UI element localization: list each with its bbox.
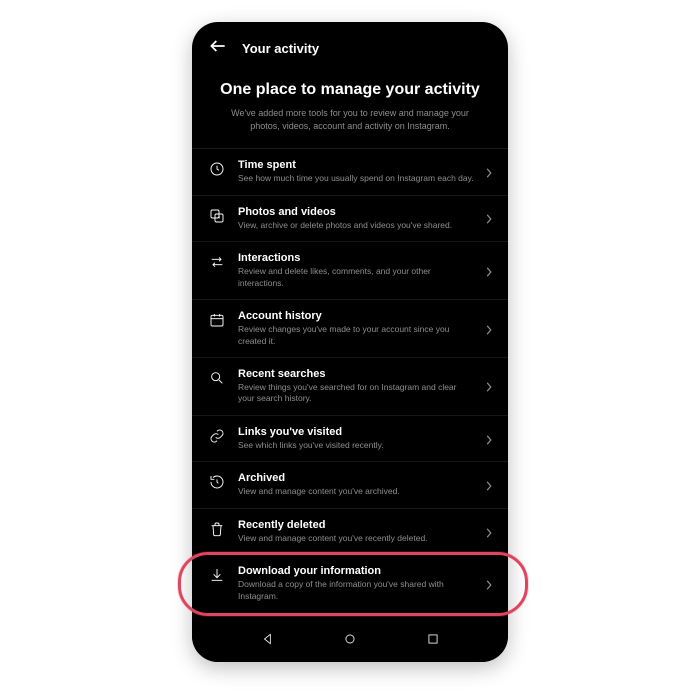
row-subtitle: See which links you've visited recently. (238, 440, 474, 451)
activity-list: Time spent See how much time you usually… (192, 149, 508, 612)
nav-recent-icon[interactable] (426, 632, 440, 651)
phone-frame: Your activity One place to manage your a… (192, 22, 508, 662)
row-title: Download your information (238, 565, 474, 577)
row-subtitle: View and manage content you've archived. (238, 486, 474, 497)
row-title: Links you've visited (238, 426, 474, 438)
swap-icon (208, 253, 226, 271)
row-text: Recent searches Review things you've sea… (238, 368, 492, 405)
row-text: Interactions Review and delete likes, co… (238, 252, 492, 289)
row-subtitle: Review and delete likes, comments, and y… (238, 266, 474, 289)
row-photos-videos[interactable]: Photos and videos View, archive or delet… (192, 196, 508, 242)
app-header: Your activity (192, 22, 508, 71)
nav-home-icon[interactable] (343, 632, 357, 651)
chevron-right-icon (484, 212, 494, 230)
calendar-icon (208, 311, 226, 329)
chevron-right-icon (484, 380, 494, 398)
chevron-right-icon (484, 578, 494, 596)
download-icon (208, 566, 226, 584)
row-title: Recent searches (238, 368, 474, 380)
chevron-right-icon (484, 265, 494, 283)
row-text: Photos and videos View, archive or delet… (238, 206, 492, 231)
row-text: Download your information Download a cop… (238, 565, 492, 602)
row-title: Photos and videos (238, 206, 474, 218)
row-recently-deleted[interactable]: Recently deleted View and manage content… (192, 509, 508, 555)
row-subtitle: Review changes you've made to your accou… (238, 324, 474, 347)
row-title: Interactions (238, 252, 474, 264)
row-text: Time spent See how much time you usually… (238, 159, 492, 184)
row-download-info[interactable]: Download your information Download a cop… (192, 555, 508, 612)
row-subtitle: View, archive or delete photos and video… (238, 220, 474, 231)
trash-icon (208, 520, 226, 538)
row-title: Account history (238, 310, 474, 322)
link-icon (208, 427, 226, 445)
row-account-history[interactable]: Account history Review changes you've ma… (192, 300, 508, 358)
header-title: Your activity (242, 41, 319, 56)
row-subtitle: Download a copy of the information you'v… (238, 579, 474, 602)
row-subtitle: Review things you've searched for on Ins… (238, 382, 474, 405)
nav-back-icon[interactable] (261, 632, 275, 651)
chevron-right-icon (484, 479, 494, 497)
hero-title: One place to manage your activity (216, 81, 484, 99)
chevron-right-icon (484, 526, 494, 544)
row-interactions[interactable]: Interactions Review and delete likes, co… (192, 242, 508, 300)
chevron-right-icon (484, 166, 494, 184)
row-text: Account history Review changes you've ma… (238, 310, 492, 347)
row-recent-searches[interactable]: Recent searches Review things you've sea… (192, 358, 508, 416)
hero: One place to manage your activity We've … (192, 71, 508, 149)
search-icon (208, 369, 226, 387)
row-text: Archived View and manage content you've … (238, 472, 492, 497)
row-title: Recently deleted (238, 519, 474, 531)
row-time-spent[interactable]: Time spent See how much time you usually… (192, 149, 508, 195)
row-title: Time spent (238, 159, 474, 171)
android-navbar (192, 620, 508, 662)
row-text: Recently deleted View and manage content… (238, 519, 492, 544)
clock-icon (208, 160, 226, 178)
row-subtitle: View and manage content you've recently … (238, 533, 474, 544)
row-text: Links you've visited See which links you… (238, 426, 492, 451)
archive-icon (208, 473, 226, 491)
back-icon[interactable] (208, 36, 228, 61)
row-subtitle: See how much time you usually spend on I… (238, 173, 474, 184)
row-title: Archived (238, 472, 474, 484)
media-icon (208, 207, 226, 225)
hero-subtitle: We've added more tools for you to review… (216, 107, 484, 132)
row-archived[interactable]: Archived View and manage content you've … (192, 462, 508, 508)
chevron-right-icon (484, 433, 494, 451)
row-links-visited[interactable]: Links you've visited See which links you… (192, 416, 508, 462)
chevron-right-icon (484, 323, 494, 341)
